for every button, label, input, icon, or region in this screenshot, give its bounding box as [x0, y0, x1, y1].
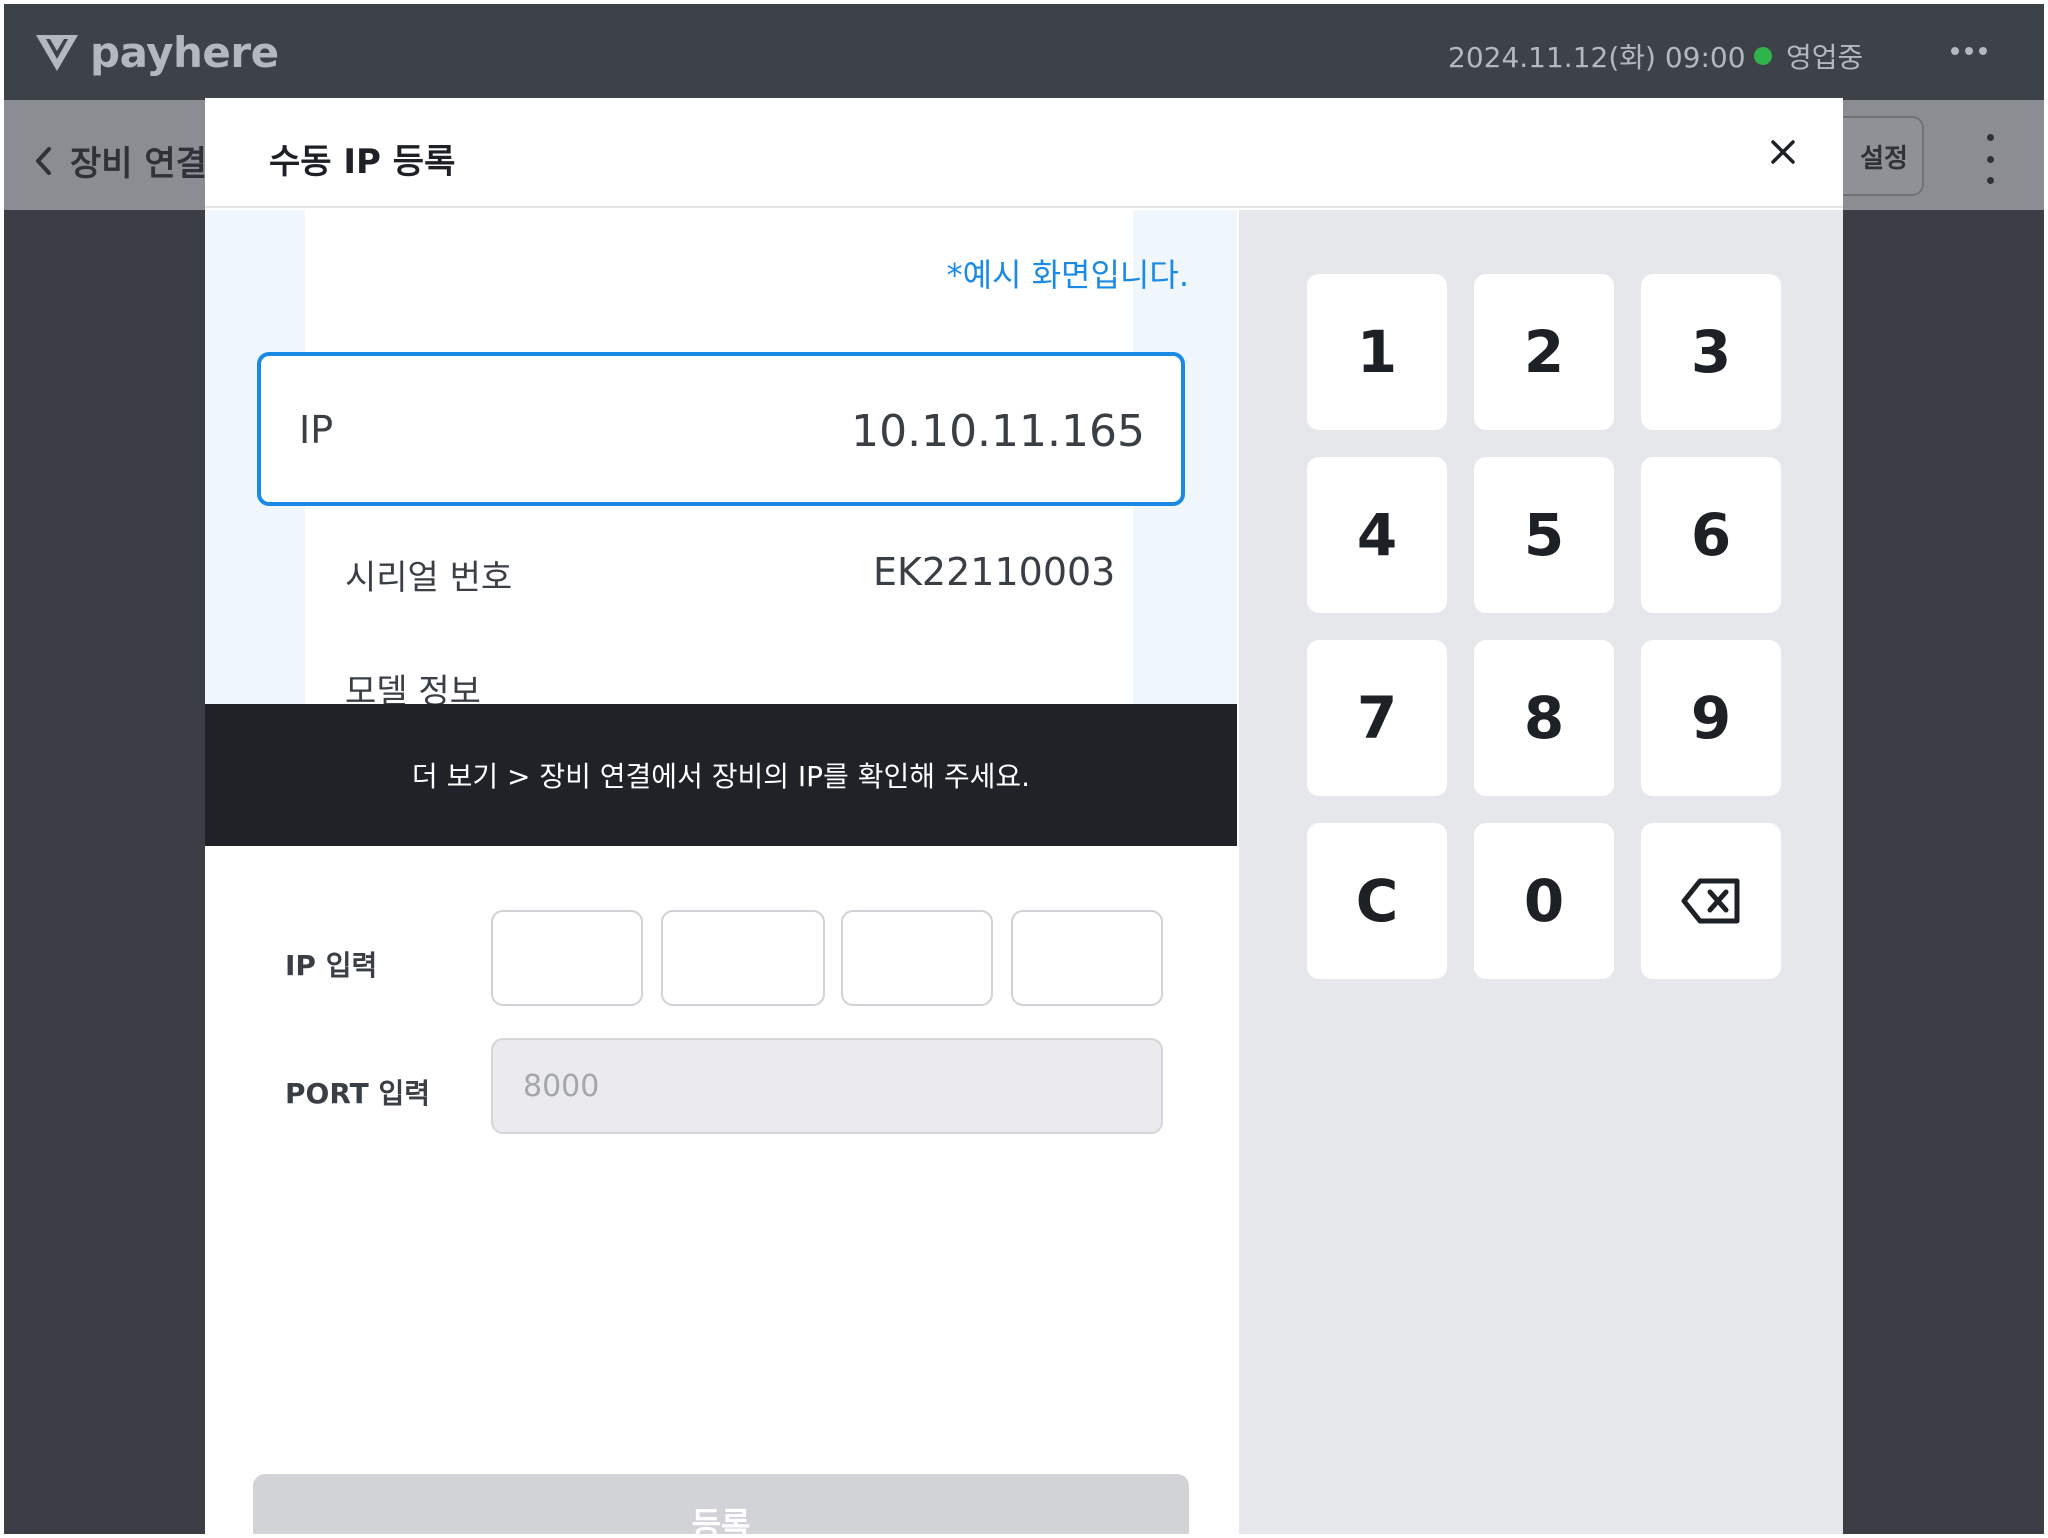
back-button[interactable]: 장비 연결 — [34, 136, 207, 185]
dot-icon — [1986, 134, 1994, 141]
ip-octet-3-input[interactable] — [841, 910, 993, 1006]
backspace-button[interactable] — [1641, 823, 1781, 979]
key-clear[interactable]: C — [1307, 823, 1447, 979]
example-ip-label: IP — [299, 408, 334, 452]
example-serial-value: EK22110003 — [873, 550, 1116, 594]
numeric-keypad: 1 2 3 4 5 6 7 8 9 C 0 — [1239, 210, 1843, 1534]
dot-icon — [1979, 47, 1987, 55]
close-button[interactable] — [1763, 132, 1803, 172]
dot-icon — [1986, 177, 1994, 184]
key-8[interactable]: 8 — [1474, 640, 1614, 796]
example-serial-label: 시리얼 번호 — [345, 558, 513, 598]
modal-header: 수동 IP 등록 — [205, 98, 1843, 208]
key-3[interactable]: 3 — [1641, 274, 1781, 430]
key-4[interactable]: 4 — [1307, 457, 1447, 613]
key-9[interactable]: 9 — [1641, 640, 1781, 796]
current-datetime: 2024.11.12(화) 09:00 — [1448, 41, 1746, 74]
example-note: *예시 화면입니다. — [946, 256, 1189, 294]
example-model-label: 모델 정보 — [345, 672, 481, 706]
example-preview: *예시 화면입니다. IP 10.10.11.165 시리얼 번호 EK2211… — [205, 210, 1237, 706]
close-icon — [1771, 140, 1795, 164]
dot-icon — [1951, 47, 1959, 55]
ip-octet-1-input[interactable] — [491, 910, 643, 1006]
more-menu-button[interactable] — [1944, 26, 1994, 76]
register-button[interactable]: 등록 — [253, 1474, 1189, 1534]
settings-button-label: 설정 — [1860, 143, 1908, 174]
dot-icon — [1965, 47, 1973, 55]
example-ip-value: 10.10.11.165 — [851, 406, 1145, 457]
guide-message: 더 보기 > 장비 연결에서 장비의 IP를 확인해 주세요. — [205, 704, 1237, 846]
key-2[interactable]: 2 — [1474, 274, 1614, 430]
ip-octet-4-input[interactable] — [1011, 910, 1163, 1006]
top-bar: payhere 2024.11.12(화) 09:00 영업중 — [4, 4, 2044, 100]
chevron-left-icon — [36, 146, 51, 175]
kebab-menu-icon[interactable] — [1980, 134, 2000, 184]
page-title: 장비 연결 — [70, 144, 207, 184]
status-dot-icon — [1754, 47, 1772, 65]
key-5[interactable]: 5 — [1474, 457, 1614, 613]
port-input-label: PORT 입력 — [285, 1077, 430, 1110]
backspace-icon — [1681, 878, 1740, 924]
port-input[interactable]: 8000 — [491, 1038, 1163, 1134]
example-ip-highlight: IP 10.10.11.165 — [257, 352, 1185, 506]
modal-title: 수동 IP 등록 — [269, 142, 456, 182]
key-1[interactable]: 1 — [1307, 274, 1447, 430]
key-7[interactable]: 7 — [1307, 640, 1447, 796]
logo-text: payhere — [90, 27, 279, 77]
key-0[interactable]: 0 — [1474, 823, 1614, 979]
manual-ip-modal: 수동 IP 등록 *예시 화면입니다. IP 10.10.11.165 시리얼 … — [205, 98, 1843, 1534]
payhere-logo-icon — [36, 35, 78, 71]
ip-input-label: IP 입력 — [285, 949, 378, 982]
status-text: 영업중 — [1786, 41, 1864, 74]
dot-icon — [1986, 155, 1994, 163]
ip-form-pane: *예시 화면입니다. IP 10.10.11.165 시리얼 번호 EK2211… — [205, 210, 1237, 1534]
store-status: 영업중 — [1754, 36, 1863, 76]
ip-octet-2-input[interactable] — [661, 910, 825, 1006]
payhere-logo: payhere — [34, 26, 279, 78]
pos-screen: payhere 2024.11.12(화) 09:00 영업중 장비 연결 설정 — [4, 4, 2044, 1534]
key-6[interactable]: 6 — [1641, 457, 1781, 613]
